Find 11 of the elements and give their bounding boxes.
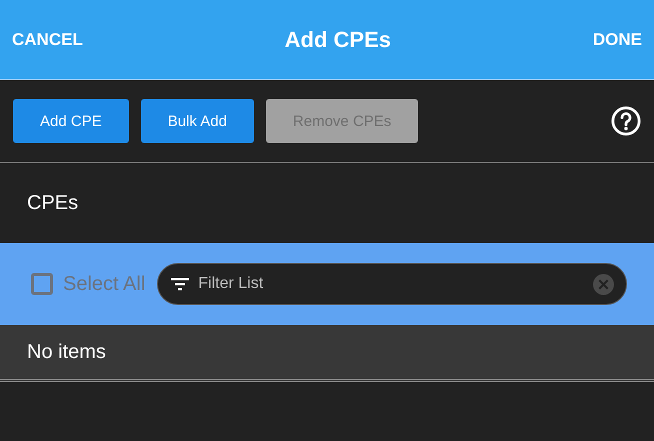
- filter-field[interactable]: Filter List: [157, 263, 627, 305]
- section-title: CPEs: [27, 192, 78, 214]
- filter-icon: [170, 276, 190, 292]
- cancel-button[interactable]: CANCEL: [12, 30, 83, 50]
- toolbar-button[interactable]: Bulk Add: [140, 99, 254, 143]
- help-icon[interactable]: [611, 106, 641, 136]
- filter-input[interactable]: Filter List: [198, 275, 585, 293]
- dialog-title: Add CPEs: [284, 26, 392, 52]
- empty-list-text: No items: [27, 340, 106, 364]
- toolbar-button[interactable]: Add CPE: [13, 99, 129, 143]
- done-button[interactable]: DONE: [592, 30, 642, 50]
